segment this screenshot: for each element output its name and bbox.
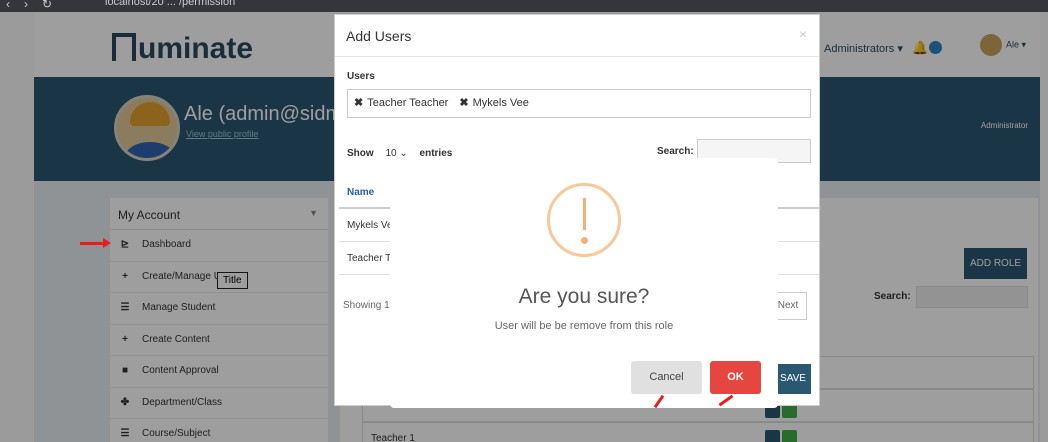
- users-tag-input[interactable]: ✖ Teacher Teacher ✖ Mykels Vee: [347, 89, 811, 118]
- user-tag[interactable]: ✖ Teacher Teacher: [354, 97, 448, 109]
- warning-icon-bar: [583, 198, 586, 230]
- table-info: Showing 1: [343, 300, 390, 311]
- warning-icon-dot: [581, 237, 588, 244]
- browser-toolbar: ‹›↻ localhost/20 ... /permission: [0, 0, 1048, 12]
- dialog-text: User will be be remove from this role: [494, 320, 674, 332]
- user-tag[interactable]: ✖ Mykels Vee: [459, 97, 528, 109]
- url-bar[interactable]: localhost/20 ... /permission: [105, 0, 235, 8]
- confirm-dialog: Are you sure? User will be be remove fro…: [390, 158, 778, 408]
- browser-nav-icons[interactable]: ‹›↻: [6, 0, 66, 11]
- ok-button[interactable]: OK: [710, 361, 761, 394]
- user-tag-label: Mykels Vee: [472, 97, 529, 109]
- search-label: Search:: [657, 146, 694, 157]
- close-icon[interactable]: ×: [799, 26, 807, 42]
- annotation-arrowhead: [103, 238, 111, 248]
- warning-icon: [547, 183, 621, 257]
- remove-tag-icon[interactable]: ✖: [354, 97, 363, 109]
- dialog-title: Are you sure?: [518, 285, 650, 308]
- user-tag-label: Teacher Teacher: [367, 97, 449, 109]
- modal-title: Add Users: [346, 28, 412, 44]
- users-label: Users: [347, 71, 375, 82]
- show-label: Show: [347, 148, 374, 159]
- remove-tag-icon[interactable]: ✖: [459, 97, 468, 109]
- save-button[interactable]: SAVE: [775, 364, 811, 394]
- modal-header: Add Users ×: [335, 15, 819, 57]
- cancel-button[interactable]: Cancel: [631, 361, 702, 394]
